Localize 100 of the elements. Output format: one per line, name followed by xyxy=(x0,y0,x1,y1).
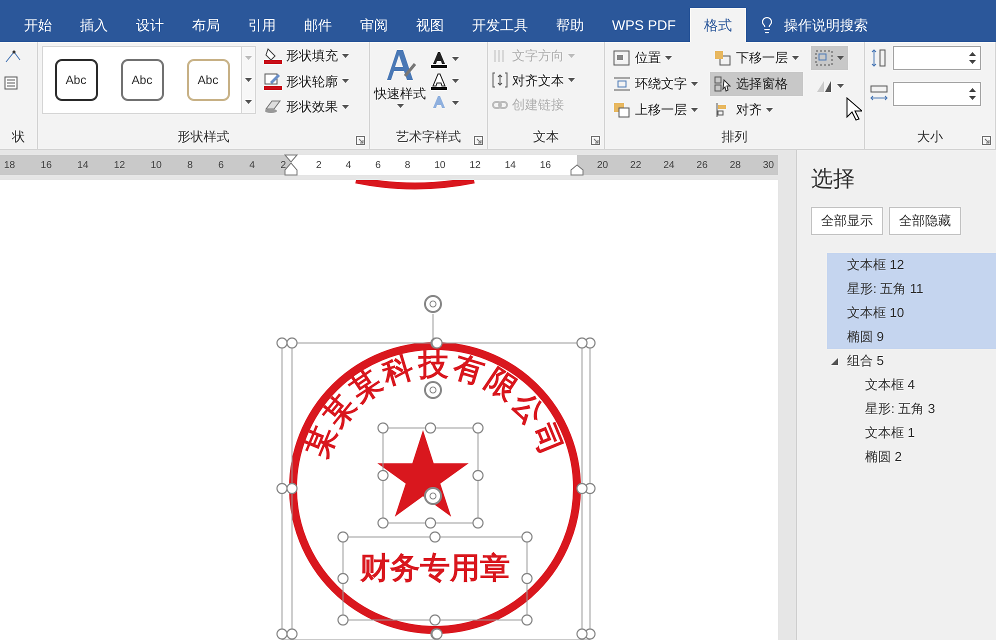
caret-icon xyxy=(837,84,844,88)
shape-effects-icon xyxy=(264,98,282,116)
ribbon-tab[interactable]: 格式 xyxy=(690,8,746,42)
ribbon-tab[interactable]: 布局 xyxy=(178,8,234,42)
item-label: 文本框 10 xyxy=(847,304,904,322)
ruler-number: 8 xyxy=(187,158,193,172)
caret-icon xyxy=(245,78,252,82)
dialog-launcher-icon[interactable] xyxy=(356,136,365,145)
spinner-arrows-icon[interactable] xyxy=(969,86,976,102)
selection-list-item[interactable]: 组合 5 xyxy=(827,349,996,373)
command-label: 形状效果 xyxy=(286,98,338,116)
shape-style-preset[interactable]: Abc xyxy=(54,59,98,101)
ruler-number: 28 xyxy=(730,158,741,172)
command-label: 创建链接 xyxy=(512,96,564,114)
selection-list-item[interactable]: 文本框 10 xyxy=(827,301,996,325)
ribbon-tab[interactable]: 开始 xyxy=(10,8,66,42)
shape-format-button[interactable]: 形状效果 xyxy=(264,97,349,116)
caret-icon xyxy=(245,100,252,104)
caret-icon xyxy=(766,108,773,112)
item-label: 文本框 1 xyxy=(865,424,915,442)
command-label: 对齐文本 xyxy=(512,72,564,90)
arrange-command-button[interactable]: 位置 xyxy=(609,46,702,70)
arrange-command-button[interactable]: 下移一层 xyxy=(710,46,803,70)
pane-button[interactable]: 全部显示 xyxy=(811,207,883,235)
text-outline-icon[interactable] xyxy=(430,72,448,90)
selection-list-item[interactable]: 文本框 12 xyxy=(827,253,996,277)
ribbon-tab[interactable]: 设计 xyxy=(122,8,178,42)
quick-styles-button[interactable]: 快速样式 xyxy=(374,46,426,112)
ruler-number: 6 xyxy=(218,158,224,172)
position-icon xyxy=(613,50,631,66)
item-label: 星形: 五角 11 xyxy=(847,280,924,298)
command-label: 下移一层 xyxy=(736,49,788,68)
mouse-pointer-icon xyxy=(846,97,862,121)
command-label: 形状轮廓 xyxy=(286,72,338,90)
selection-list-item[interactable]: 椭圆 2 xyxy=(827,445,996,469)
selection-list-item[interactable]: 椭圆 9 xyxy=(827,325,996,349)
ruler-number: 2 xyxy=(280,158,286,172)
caret-icon xyxy=(342,79,349,84)
shape-format-button[interactable]: 形状轮廓 xyxy=(264,72,349,91)
stamp-arc-text: 某某某科技有限公司 xyxy=(300,348,570,463)
tell-me-search[interactable]: 操作说明搜索 xyxy=(758,8,868,42)
dialog-launcher-icon[interactable] xyxy=(474,136,483,145)
item-label: 文本框 12 xyxy=(847,256,904,274)
selection-list-item[interactable]: 星形: 五角 3 xyxy=(827,397,996,421)
selection-list-item[interactable]: 星形: 五角 11 xyxy=(827,277,996,301)
arrange-command-button[interactable]: 环绕文字 xyxy=(609,72,702,96)
align-text-icon xyxy=(492,72,508,88)
caret-icon xyxy=(691,82,698,86)
ribbon-tab[interactable]: 审阅 xyxy=(346,8,402,42)
ribbon-tab[interactable]: 引用 xyxy=(234,8,290,42)
arrange-command-button[interactable]: 上移一层 xyxy=(609,98,702,122)
item-label: 椭圆 9 xyxy=(847,328,884,346)
command-label: 对齐 xyxy=(736,101,762,120)
size-spinner-field[interactable] xyxy=(893,82,981,106)
caret-icon xyxy=(452,101,459,105)
arrange-command-button[interactable]: 对齐 xyxy=(710,98,803,122)
bring-forward-icon xyxy=(613,102,631,118)
caret-icon xyxy=(342,54,349,58)
group-objects-button[interactable] xyxy=(811,46,848,70)
shape-format-button[interactable]: 形状填充 xyxy=(264,46,349,66)
command-label: 形状填充 xyxy=(286,47,338,65)
caret-icon xyxy=(837,56,844,60)
text-fill-icon[interactable] xyxy=(430,50,448,68)
collapse-triangle-icon[interactable] xyxy=(831,358,838,364)
ruler-number: 12 xyxy=(114,158,126,172)
send-backward-icon xyxy=(714,50,732,66)
selection-list-item[interactable]: 文本框 1 xyxy=(827,421,996,445)
ruler-number: 20 xyxy=(597,158,608,172)
ruler-number: 30 xyxy=(762,158,774,172)
selection-list-item[interactable]: 文本框 4 xyxy=(827,373,996,397)
caret-icon xyxy=(665,56,672,60)
ribbon-tab[interactable]: 帮助 xyxy=(542,8,598,42)
ruler-number: 12 xyxy=(470,158,481,172)
group-label: 形状样式 xyxy=(176,128,230,146)
dialog-launcher-icon[interactable] xyxy=(591,136,600,145)
command-label: 选择窗格 xyxy=(736,75,788,94)
paint-bucket-icon xyxy=(264,47,282,64)
ribbon-tab[interactable]: 插入 xyxy=(66,8,122,42)
group-objects-icon xyxy=(815,50,833,66)
ribbon-tab[interactable]: 视图 xyxy=(402,8,458,42)
arrange-command-button[interactable]: 选择窗格 xyxy=(710,72,803,96)
dialog-launcher-icon[interactable] xyxy=(982,136,991,145)
gallery-scrollbar[interactable] xyxy=(242,46,256,114)
shape-style-preset[interactable]: Abc xyxy=(186,59,230,101)
ribbon-tab[interactable]: 开发工具 xyxy=(458,8,542,42)
selection-frame-drawing[interactable] xyxy=(276,295,596,640)
size-spinner-field[interactable] xyxy=(893,46,981,70)
ruler-number: 4 xyxy=(346,158,352,172)
ribbon-tab[interactable]: WPS PDF xyxy=(598,8,690,42)
group-label: 艺术字样式 xyxy=(395,128,462,146)
caret-icon xyxy=(452,57,459,61)
ruler-number: 14 xyxy=(504,158,516,172)
caret-icon xyxy=(245,56,252,60)
pane-button[interactable]: 全部隐藏 xyxy=(889,207,961,235)
stamp-label-text: 财务专用章 xyxy=(360,551,510,586)
spinner-arrows-icon[interactable] xyxy=(969,50,976,66)
shape-style-preset[interactable]: Abc xyxy=(120,59,164,101)
text-command-button[interactable]: 对齐文本 xyxy=(492,70,575,90)
caret-icon xyxy=(342,104,349,109)
ribbon-tab[interactable]: 邮件 xyxy=(290,8,346,42)
